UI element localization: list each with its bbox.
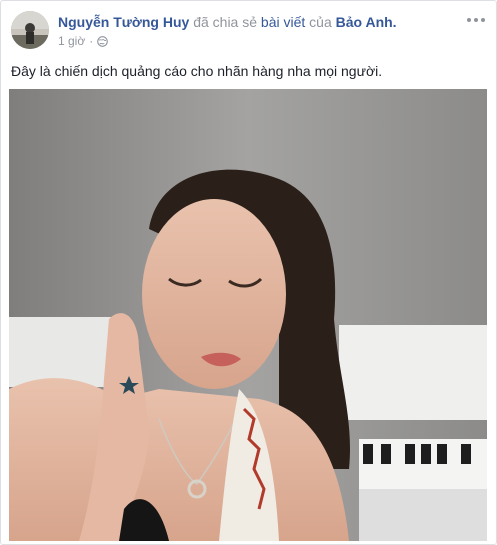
author-line: Nguyễn Tường Huy đã chia sẻ bài viết của… bbox=[58, 13, 397, 31]
meta-separator: · bbox=[89, 34, 94, 48]
more-dot bbox=[474, 18, 478, 22]
shared-object-link[interactable]: bài viết bbox=[261, 14, 305, 30]
avatar-image bbox=[11, 11, 49, 49]
post-header: Nguyễn Tường Huy đã chia sẻ bài viết của… bbox=[11, 11, 486, 53]
more-dot bbox=[481, 18, 485, 22]
author-avatar[interactable] bbox=[11, 11, 49, 49]
action-text: đã chia sẻ bbox=[193, 14, 258, 30]
photo-image bbox=[9, 89, 487, 541]
post-meta: 1 giờ · bbox=[58, 33, 109, 49]
post-body-text: Đây là chiến dịch quảng cáo cho nhãn hàn… bbox=[11, 63, 383, 79]
shared-photo[interactable] bbox=[9, 89, 487, 541]
original-author-link[interactable]: Bảo Anh. bbox=[336, 14, 397, 30]
more-dot bbox=[467, 18, 471, 22]
timestamp-link[interactable]: 1 giờ bbox=[58, 33, 85, 49]
author-name-link[interactable]: Nguyễn Tường Huy bbox=[58, 14, 189, 30]
globe-icon[interactable] bbox=[97, 35, 109, 47]
of-text: của bbox=[309, 14, 332, 30]
more-options-icon[interactable] bbox=[466, 13, 486, 27]
shared-post-card: Nguyễn Tường Huy đã chia sẻ bài viết của… bbox=[0, 0, 497, 545]
